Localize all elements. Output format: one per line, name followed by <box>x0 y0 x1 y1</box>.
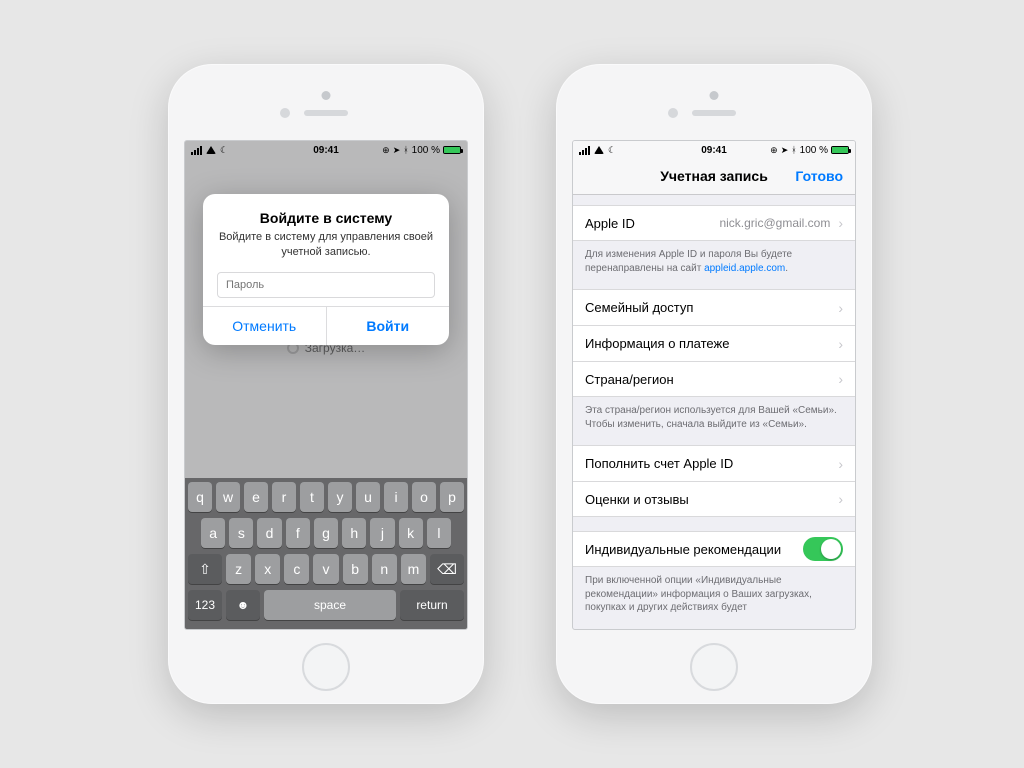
key-t[interactable]: t <box>300 482 324 512</box>
key-f[interactable]: f <box>286 518 310 548</box>
status-time: 09:41 <box>185 145 467 156</box>
key-w[interactable]: w <box>216 482 240 512</box>
phone-camera <box>710 91 719 100</box>
row-label: Пополнить счет Apple ID <box>585 456 733 471</box>
kb-row-3: ⇧zxcvbnm⌫ <box>188 554 464 584</box>
recs-toggle[interactable] <box>803 537 843 561</box>
row-recs: Индивидуальные рекомендации <box>573 531 855 567</box>
key-g[interactable]: g <box>314 518 338 548</box>
keyboard: qwertyuiop asdfghjkl ⇧zxcvbnm⌫ 123 ☻ spa… <box>185 478 467 629</box>
battery-icon <box>443 146 461 154</box>
key-h[interactable]: h <box>342 518 366 548</box>
row-family[interactable]: Семейный доступ › <box>573 289 855 325</box>
row-label: Информация о платеже <box>585 336 729 351</box>
kb-row-bottom: 123 ☻ space return <box>188 590 464 620</box>
chevron-right-icon: › <box>838 300 843 316</box>
phone-left: ☾ 09:41 ⊕ ➤ ᚼ 100 % Загрузка… Войдит <box>168 64 484 704</box>
key-q[interactable]: q <box>188 482 212 512</box>
key-o[interactable]: o <box>412 482 436 512</box>
row-label: Семейный доступ <box>585 300 693 315</box>
chevron-right-icon: › <box>838 456 843 472</box>
key-z[interactable]: z <box>226 554 251 584</box>
key-r[interactable]: r <box>272 482 296 512</box>
key-backspace[interactable]: ⌫ <box>430 554 464 584</box>
key-b[interactable]: b <box>343 554 368 584</box>
key-shift[interactable]: ⇧ <box>188 554 222 584</box>
status-time: 09:41 <box>573 145 855 156</box>
row-value: nick.gric@gmail.com <box>719 216 830 230</box>
row-label: Страна/регион <box>585 372 674 387</box>
region-footer: Эта страна/регион используется для Вашей… <box>573 397 855 431</box>
cancel-button[interactable]: Отменить <box>203 307 326 345</box>
chevron-right-icon: › <box>838 491 843 507</box>
done-button[interactable]: Готово <box>795 168 843 184</box>
home-button[interactable] <box>302 643 350 691</box>
key-space[interactable]: space <box>264 590 396 620</box>
status-bar: ☾ 09:41 ⊕ ➤ ᚼ 100 % <box>185 141 467 159</box>
key-x[interactable]: x <box>255 554 280 584</box>
key-e[interactable]: e <box>244 482 268 512</box>
key-c[interactable]: c <box>284 554 309 584</box>
alert-body: Войдите в систему для управления своей у… <box>217 230 435 260</box>
row-label: Индивидуальные рекомендации <box>585 542 781 557</box>
key-123[interactable]: 123 <box>188 590 222 620</box>
row-reviews[interactable]: Оценки и отзывы › <box>573 481 855 517</box>
home-button[interactable] <box>690 643 738 691</box>
screen-left: ☾ 09:41 ⊕ ➤ ᚼ 100 % Загрузка… Войдит <box>184 140 468 630</box>
key-s[interactable]: s <box>229 518 253 548</box>
password-input[interactable] <box>217 272 435 298</box>
status-bar: ☾ 09:41 ⊕ ➤ ᚼ 100 % <box>573 141 855 159</box>
row-fund[interactable]: Пополнить счет Apple ID › <box>573 445 855 481</box>
key-k[interactable]: k <box>399 518 423 548</box>
row-label: Оценки и отзывы <box>585 492 689 507</box>
key-y[interactable]: y <box>328 482 352 512</box>
kb-row-2: asdfghjkl <box>188 518 464 548</box>
key-emoji[interactable]: ☻ <box>226 590 260 620</box>
row-payment[interactable]: Информация о платеже › <box>573 325 855 361</box>
row-label: Apple ID <box>585 216 635 231</box>
login-alert: Войдите в систему Войдите в систему для … <box>203 194 449 345</box>
phone-camera <box>322 91 331 100</box>
phone-sensor <box>280 108 290 118</box>
key-p[interactable]: p <box>440 482 464 512</box>
kb-row-1: qwertyuiop <box>188 482 464 512</box>
key-j[interactable]: j <box>370 518 394 548</box>
recs-footer: При включенной опции «Индивидуальные рек… <box>573 567 855 615</box>
key-l[interactable]: l <box>427 518 451 548</box>
key-v[interactable]: v <box>313 554 338 584</box>
key-u[interactable]: u <box>356 482 380 512</box>
row-region[interactable]: Страна/регион › <box>573 361 855 397</box>
row-apple-id[interactable]: Apple ID nick.gric@gmail.com › <box>573 205 855 241</box>
key-m[interactable]: m <box>401 554 426 584</box>
appleid-link[interactable]: appleid.apple.com <box>704 263 785 274</box>
chevron-right-icon: › <box>838 336 843 352</box>
apple-id-footer: Для изменения Apple ID и пароля Вы будет… <box>573 241 855 275</box>
settings-content[interactable]: Apple ID nick.gric@gmail.com › Для измен… <box>573 195 855 629</box>
key-n[interactable]: n <box>372 554 397 584</box>
phone-speaker <box>304 110 348 116</box>
battery-icon <box>831 146 849 154</box>
phone-right: ☾ 09:41 ⊕ ➤ ᚼ 100 % Учетная запись Готов… <box>556 64 872 704</box>
signin-button[interactable]: Войти <box>326 307 450 345</box>
alert-title: Войдите в систему <box>217 210 435 226</box>
key-d[interactable]: d <box>257 518 281 548</box>
chevron-right-icon: › <box>838 371 843 387</box>
screen-right: ☾ 09:41 ⊕ ➤ ᚼ 100 % Учетная запись Готов… <box>572 140 856 630</box>
phone-sensor <box>668 108 678 118</box>
nav-bar: Учетная запись Готово <box>573 159 855 195</box>
chevron-right-icon: › <box>838 215 843 231</box>
key-i[interactable]: i <box>384 482 408 512</box>
phone-speaker <box>692 110 736 116</box>
key-return[interactable]: return <box>400 590 464 620</box>
key-a[interactable]: a <box>201 518 225 548</box>
